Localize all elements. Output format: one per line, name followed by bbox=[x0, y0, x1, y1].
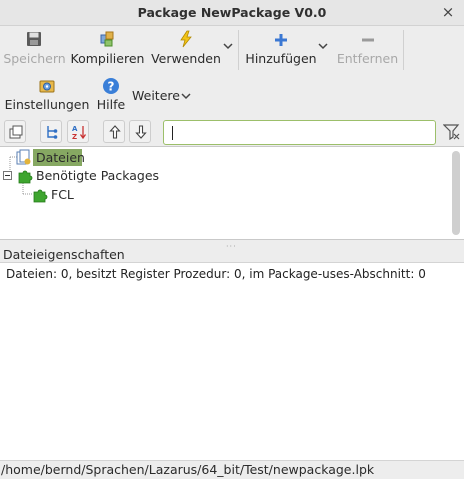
arrow-down-icon bbox=[135, 125, 147, 139]
move-down-button[interactable] bbox=[129, 120, 151, 143]
tree-item-files[interactable]: Dateien bbox=[16, 148, 216, 167]
help-label: Hilfe bbox=[96, 97, 126, 112]
sort-alphabetically-button[interactable]: A Z bbox=[67, 120, 89, 143]
filter-icon bbox=[443, 124, 460, 140]
tree-item-fcl[interactable]: FCL bbox=[32, 185, 132, 204]
add-dropdown-arrow-icon[interactable] bbox=[317, 42, 329, 50]
options-button[interactable]: Einstellungen bbox=[3, 77, 91, 115]
window-title: Package NewPackage V0.0 bbox=[137, 5, 327, 20]
open-file-button[interactable] bbox=[4, 120, 26, 143]
package-path: /home/bernd/Sprachen/Lazarus/64_bit/Test… bbox=[1, 462, 375, 477]
remove-button[interactable]: Entfernen bbox=[335, 30, 400, 70]
tree-sort-icon bbox=[47, 126, 58, 139]
tree-item-label: FCL bbox=[51, 187, 74, 202]
collapse-icon[interactable] bbox=[3, 171, 12, 180]
floppy-disk-icon bbox=[27, 32, 41, 46]
options-icon bbox=[39, 80, 55, 93]
tree-scrollbar[interactable] bbox=[452, 151, 460, 235]
grip-dots: ··· bbox=[226, 242, 237, 251]
puzzle-icon bbox=[33, 189, 48, 203]
package-tree[interactable]: Dateien Benötigte Packages FCL bbox=[0, 146, 464, 240]
status-bar: /home/bernd/Sprachen/Lazarus/64_bit/Test… bbox=[0, 461, 464, 479]
svg-text:A: A bbox=[72, 125, 78, 133]
properties-text: Dateien: 0, besitzt Register Prozedur: 0… bbox=[6, 267, 426, 281]
compile-button[interactable]: Kompilieren bbox=[70, 30, 145, 70]
close-button[interactable]: × bbox=[440, 5, 456, 21]
lightning-icon bbox=[180, 30, 192, 48]
text-caret bbox=[172, 126, 173, 140]
save-button[interactable]: Speichern bbox=[3, 30, 66, 70]
files-icon bbox=[16, 149, 31, 165]
use-dropdown-arrow-icon[interactable] bbox=[222, 42, 234, 50]
tree-item-label: Dateien bbox=[36, 150, 85, 165]
use-label: Verwenden bbox=[151, 51, 221, 66]
more-label: Weitere bbox=[132, 88, 180, 103]
properties-panel: Dateien: 0, besitzt Register Prozedur: 0… bbox=[0, 262, 464, 461]
toolbar-separator bbox=[403, 30, 404, 70]
more-dropdown-arrow-icon bbox=[181, 93, 191, 100]
remove-label: Entfernen bbox=[336, 51, 399, 66]
help-button[interactable]: ? Hilfe bbox=[94, 77, 128, 115]
puzzle-icon bbox=[18, 170, 33, 184]
help-icon: ? bbox=[103, 78, 119, 94]
svg-text:Z: Z bbox=[72, 133, 77, 140]
clear-filter-button[interactable] bbox=[441, 120, 463, 144]
sort-tree-button[interactable] bbox=[40, 120, 62, 143]
plus-icon bbox=[275, 34, 287, 46]
properties-header: Dateieigenschaften bbox=[3, 247, 125, 262]
filter-input[interactable] bbox=[163, 120, 436, 145]
compile-icon bbox=[100, 31, 114, 47]
use-button[interactable]: Verwenden bbox=[151, 30, 221, 70]
toolbar-separator bbox=[238, 30, 239, 70]
tree-item-required-packages[interactable]: Benötigte Packages bbox=[3, 166, 203, 185]
minus-icon bbox=[362, 38, 374, 42]
compile-label: Kompilieren bbox=[70, 51, 145, 66]
arrow-up-icon bbox=[109, 125, 121, 139]
move-up-button[interactable] bbox=[103, 120, 125, 143]
add-button[interactable]: Hinzufügen bbox=[244, 30, 318, 70]
svg-text:?: ? bbox=[108, 80, 115, 94]
add-label: Hinzufügen bbox=[245, 51, 317, 66]
options-label: Einstellungen bbox=[4, 97, 90, 112]
tree-item-label: Benötigte Packages bbox=[36, 168, 160, 183]
save-label: Speichern bbox=[3, 51, 66, 66]
sort-az-icon: A Z bbox=[72, 125, 87, 140]
open-file-icon bbox=[9, 125, 23, 139]
title-bar: Package NewPackage V0.0 × bbox=[0, 0, 464, 26]
more-button[interactable]: Weitere bbox=[132, 88, 194, 106]
